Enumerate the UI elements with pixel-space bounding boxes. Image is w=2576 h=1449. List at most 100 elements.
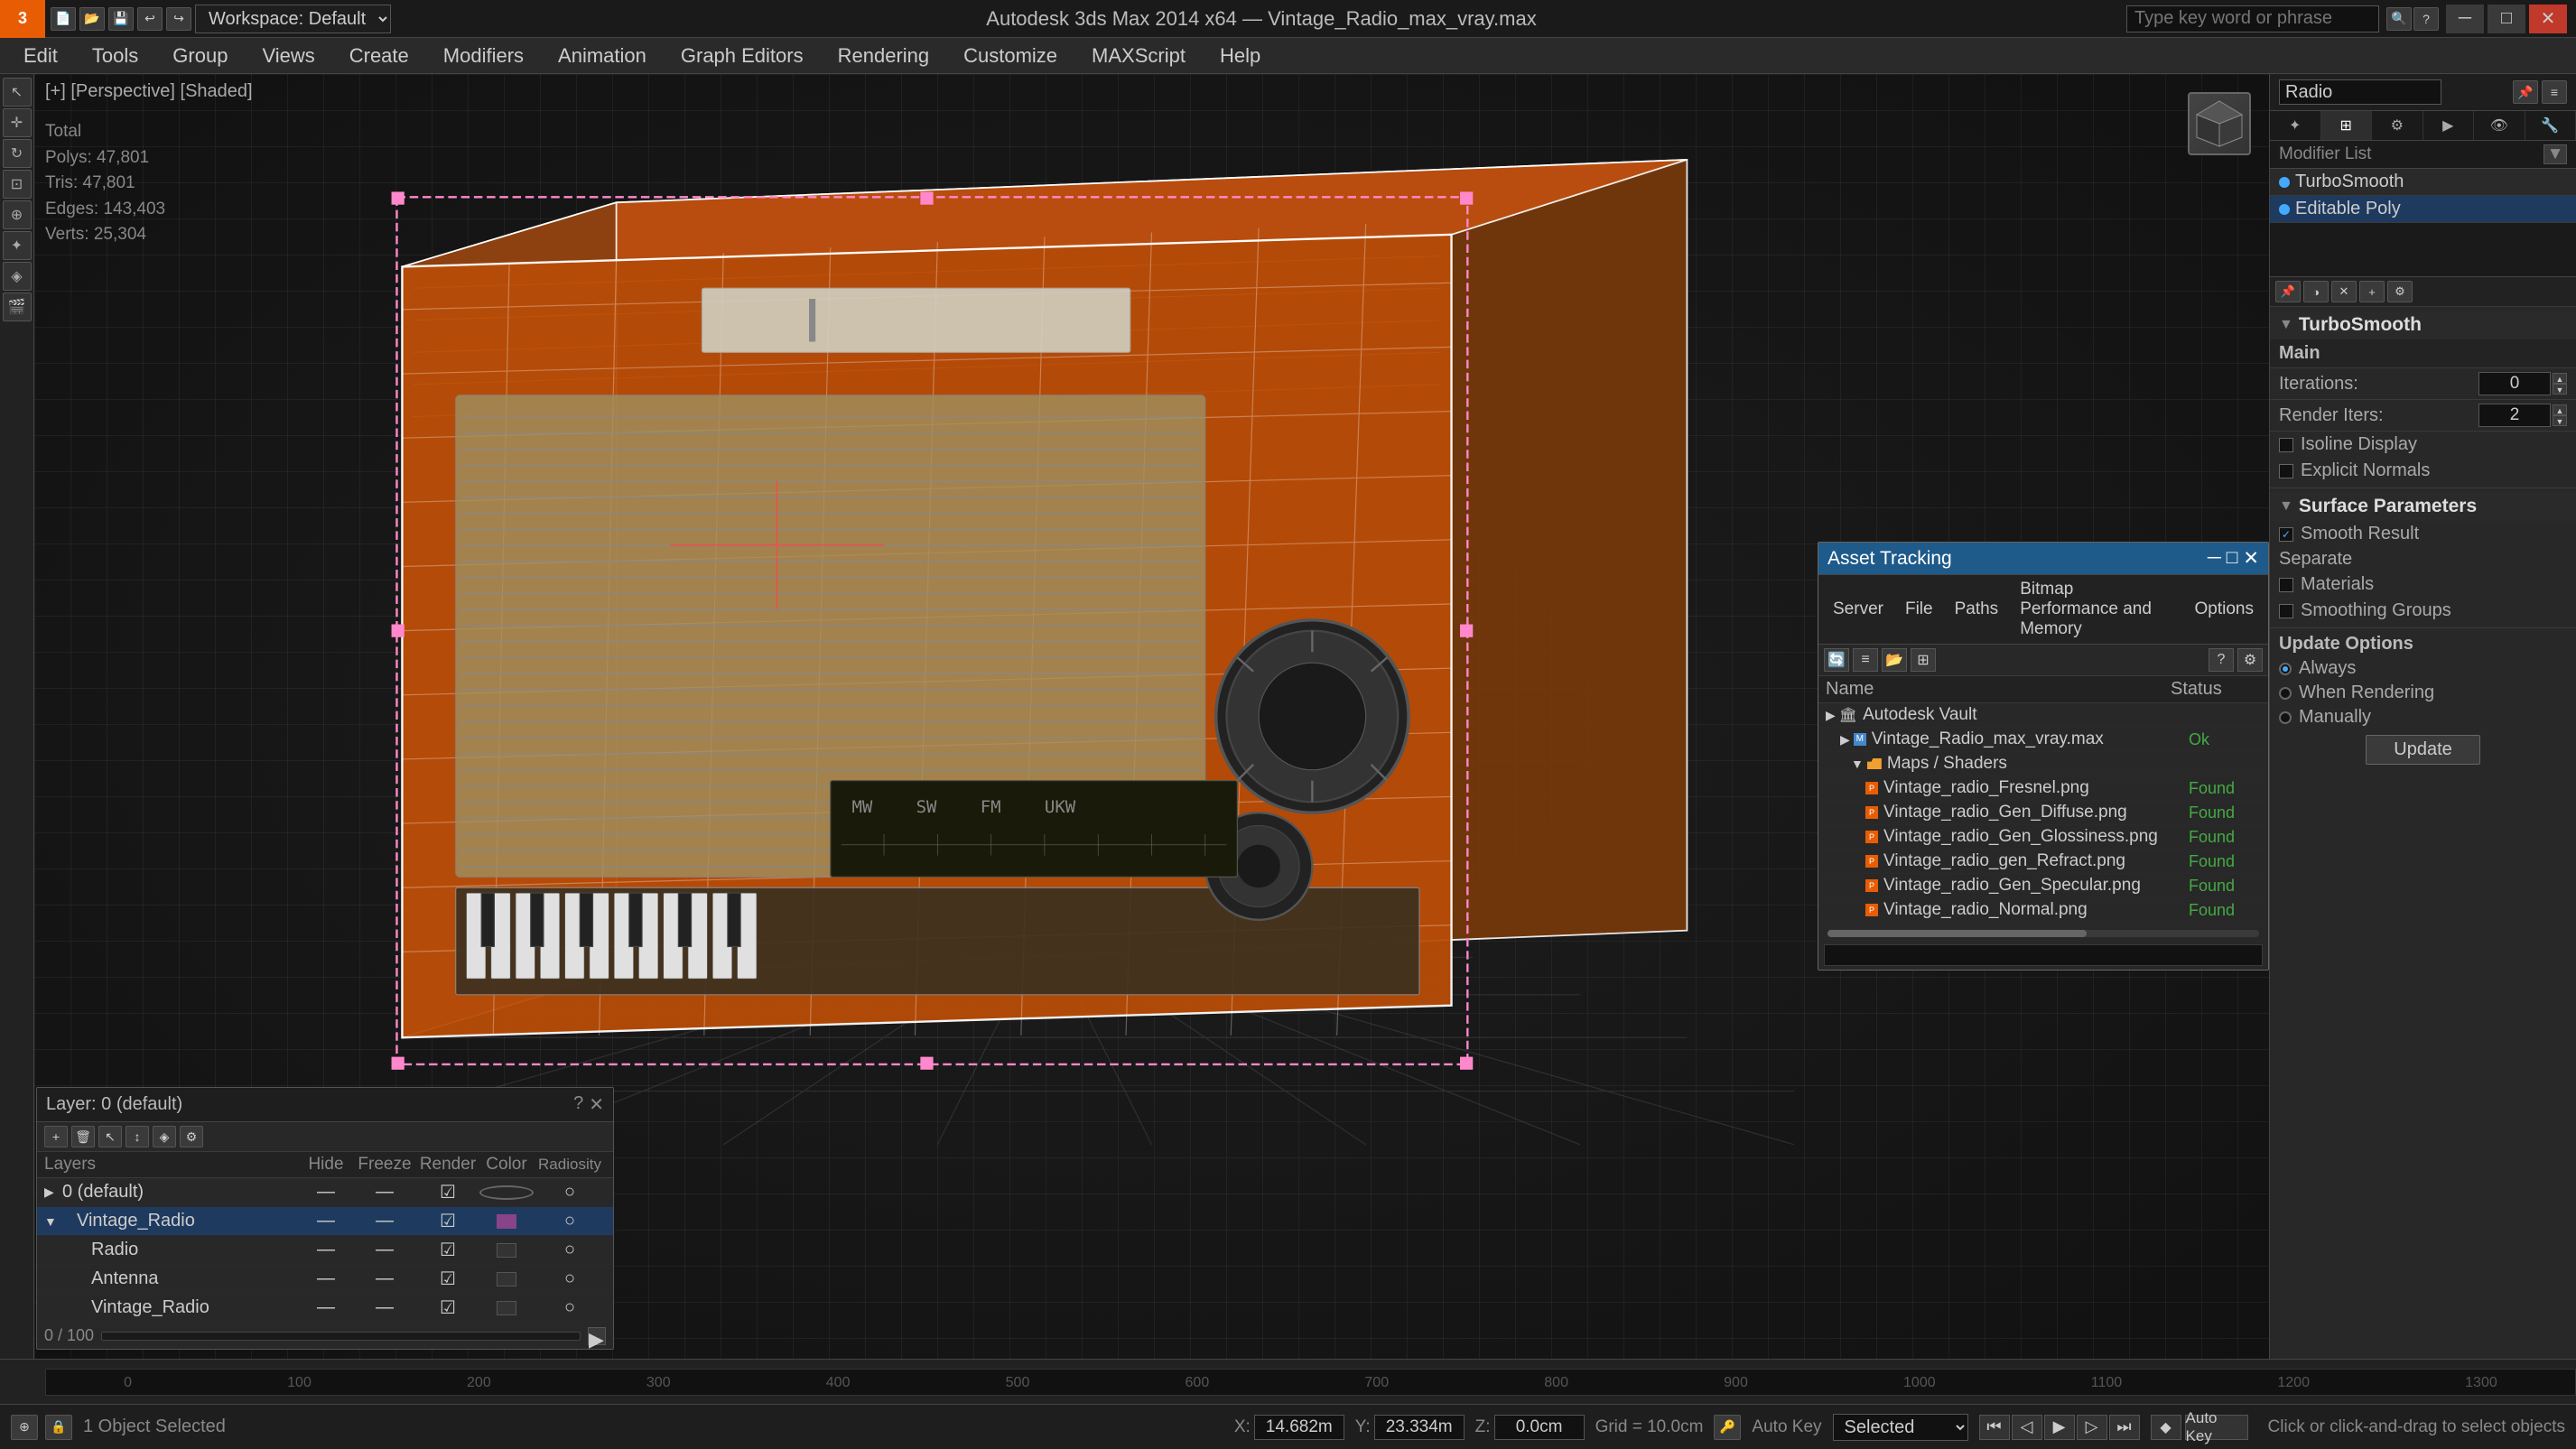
help-btn[interactable]: ? — [2413, 7, 2439, 31]
manually-radio[interactable] — [2279, 711, 2292, 724]
layer-expand-default[interactable]: ▶ — [44, 1184, 62, 1200]
menu-create[interactable]: Create — [333, 41, 425, 71]
layer-freeze-vr2[interactable]: — — [353, 1297, 416, 1318]
navigation-cube[interactable] — [2179, 83, 2260, 164]
tab-create[interactable]: ✦ — [2270, 111, 2321, 140]
at-row-glossiness[interactable]: P Vintage_radio_Gen_Glossiness.png Found — [1818, 825, 2268, 850]
layer-render-antenna[interactable]: ☑ — [416, 1268, 479, 1290]
smoothing-groups-check[interactable] — [2279, 604, 2293, 618]
materials-check[interactable] — [2279, 578, 2293, 592]
at-menu-bitmap[interactable]: Bitmap Performance and Memory — [2011, 578, 2181, 641]
menu-tools[interactable]: Tools — [76, 41, 154, 71]
menu-edit[interactable]: Edit — [7, 41, 74, 71]
layer-hide-vintage[interactable]: — — [299, 1211, 353, 1231]
at-row-diffuse[interactable]: P Vintage_radio_Gen_Diffuse.png Found — [1818, 801, 2268, 825]
menu-modifiers[interactable]: Modifiers — [427, 41, 540, 71]
layer-render-vr2[interactable]: ☑ — [416, 1296, 479, 1319]
lock-icon[interactable]: 🔒 — [45, 1415, 72, 1440]
surface-params-rollout[interactable]: ▼ Surface Parameters — [2270, 492, 2576, 521]
at-row-normal[interactable]: P Vintage_radio_Normal.png Found — [1818, 898, 2268, 923]
layer-progress-btn[interactable]: ▶ — [588, 1327, 606, 1345]
menu-rendering[interactable]: Rendering — [822, 41, 946, 71]
goto-start-btn[interactable]: ⏮ — [1979, 1415, 2010, 1440]
at-row-specular[interactable]: P Vintage_radio_Gen_Specular.png Found — [1818, 874, 2268, 898]
at-row-refract[interactable]: P Vintage_radio_gen_Refract.png Found — [1818, 850, 2268, 874]
at-maxfile-expand[interactable]: ▶ — [1840, 732, 1850, 748]
at-hscroll[interactable] — [1827, 930, 2259, 937]
key-lock-btn[interactable]: 🔑 — [1714, 1415, 1741, 1440]
more-icon[interactable]: ≡ — [2542, 80, 2567, 104]
object-name-field[interactable]: Radio — [2279, 79, 2441, 105]
layer-color-antenna[interactable] — [497, 1272, 516, 1286]
at-list-btn[interactable]: ≡ — [1853, 648, 1878, 672]
layer-hide-default[interactable]: — — [299, 1182, 353, 1203]
set-key-btn[interactable]: ◆ — [2151, 1415, 2181, 1440]
render-iters-input[interactable] — [2478, 404, 2551, 427]
layer-render-radio[interactable]: ☑ — [416, 1239, 479, 1261]
add-mod-btn[interactable]: + — [2359, 281, 2385, 302]
layer-color-vr2[interactable] — [497, 1301, 516, 1315]
at-menu-server[interactable]: Server — [1824, 598, 1892, 621]
render-btn[interactable]: 🎬 — [3, 293, 32, 321]
auto-key-btn[interactable]: Auto Key — [2185, 1415, 2248, 1440]
at-row-fresnel[interactable]: P Vintage_radio_Fresnel.png Found — [1818, 776, 2268, 801]
when-rendering-radio[interactable] — [2279, 687, 2292, 700]
workspace-dropdown[interactable]: Workspace: Default — [195, 5, 391, 33]
explicit-normals-check[interactable] — [2279, 464, 2293, 478]
layers-help-btn[interactable]: ? — [573, 1093, 583, 1116]
play-btn[interactable]: ▶ — [2044, 1415, 2075, 1440]
layer-radio-radio[interactable]: ○ — [534, 1240, 606, 1260]
layer-radio-vintage[interactable]: ○ — [534, 1211, 606, 1231]
move-tool[interactable]: ✛ — [3, 108, 32, 137]
iterations-input[interactable] — [2478, 372, 2551, 395]
layer-settings-btn[interactable]: ⚙ — [180, 1126, 203, 1147]
search-input[interactable] — [2126, 5, 2379, 33]
riter-down[interactable]: ▼ — [2553, 415, 2567, 426]
at-settings-btn[interactable]: ⚙ — [2237, 648, 2263, 672]
undo-btn[interactable]: ↩ — [137, 7, 163, 31]
layer-render-default[interactable]: ☑ — [416, 1181, 479, 1203]
layer-new-btn[interactable]: + — [44, 1126, 68, 1147]
layer-hide-radio[interactable]: — — [299, 1240, 353, 1260]
always-radio[interactable] — [2279, 663, 2292, 675]
configure-mod-btn[interactable]: ⚙ — [2387, 281, 2413, 302]
at-menu-options[interactable]: Options — [2186, 598, 2263, 621]
at-resolve-btn[interactable]: 📂 — [1882, 648, 1907, 672]
layer-color-default[interactable] — [479, 1185, 534, 1200]
goto-end-btn[interactable]: ⏭ — [2109, 1415, 2140, 1440]
menu-maxscript[interactable]: MAXScript — [1075, 41, 1202, 71]
iter-down[interactable]: ▼ — [2553, 384, 2567, 395]
layer-color-vintage[interactable] — [497, 1214, 516, 1229]
snap-tool[interactable]: ⊕ — [3, 200, 32, 229]
isoline-check[interactable] — [2279, 438, 2293, 452]
layer-render-vintage[interactable]: ☑ — [416, 1210, 479, 1232]
at-minimize-btn[interactable]: ─ — [2208, 547, 2221, 570]
at-refresh-btn[interactable]: 🔄 — [1824, 648, 1849, 672]
close-button[interactable]: ✕ — [2529, 5, 2567, 33]
timeline-track[interactable]: 0 100 200 300 400 500 600 700 800 900 10… — [45, 1369, 2576, 1396]
menu-group[interactable]: Group — [156, 41, 244, 71]
layer-expand-vintage[interactable]: ▼ — [44, 1214, 62, 1229]
at-maps-expand[interactable]: ▼ — [1851, 757, 1864, 771]
smooth-result-check[interactable] — [2279, 527, 2293, 542]
pin-stack-btn[interactable]: 📌 — [2275, 281, 2301, 302]
tab-hierarchy[interactable]: ⚙ — [2372, 111, 2423, 140]
redo-btn[interactable]: ↪ — [166, 7, 191, 31]
layer-row-vintageradio[interactable]: ▼ Vintage_Radio — — ☑ ○ — [37, 1207, 613, 1236]
prev-key-btn[interactable]: ◁ — [2012, 1415, 2042, 1440]
layer-row-vr2[interactable]: Vintage_Radio — — ☑ ○ — [37, 1294, 613, 1323]
selected-dropdown[interactable]: Selected — [1833, 1414, 1968, 1441]
at-vault-expand[interactable]: ▶ — [1826, 708, 1836, 723]
open-btn[interactable]: 📂 — [79, 7, 105, 31]
at-menu-file[interactable]: File — [1896, 598, 1942, 621]
layer-hide-antenna[interactable]: — — [299, 1268, 353, 1289]
layer-move-btn[interactable]: ↕ — [126, 1126, 149, 1147]
at-row-maps[interactable]: ▼ Maps / Shaders — [1818, 752, 2268, 776]
iter-up[interactable]: ▲ — [2553, 373, 2567, 384]
rotate-tool[interactable]: ↻ — [3, 139, 32, 168]
layer-row-default[interactable]: ▶ 0 (default) — — ☑ ○ — [37, 1178, 613, 1207]
tab-modify[interactable]: ⊞ — [2321, 111, 2373, 140]
menu-views[interactable]: Views — [246, 41, 330, 71]
menu-customize[interactable]: Customize — [947, 41, 1074, 71]
at-row-maxfile[interactable]: ▶ M Vintage_Radio_max_vray.max Ok — [1818, 728, 2268, 752]
